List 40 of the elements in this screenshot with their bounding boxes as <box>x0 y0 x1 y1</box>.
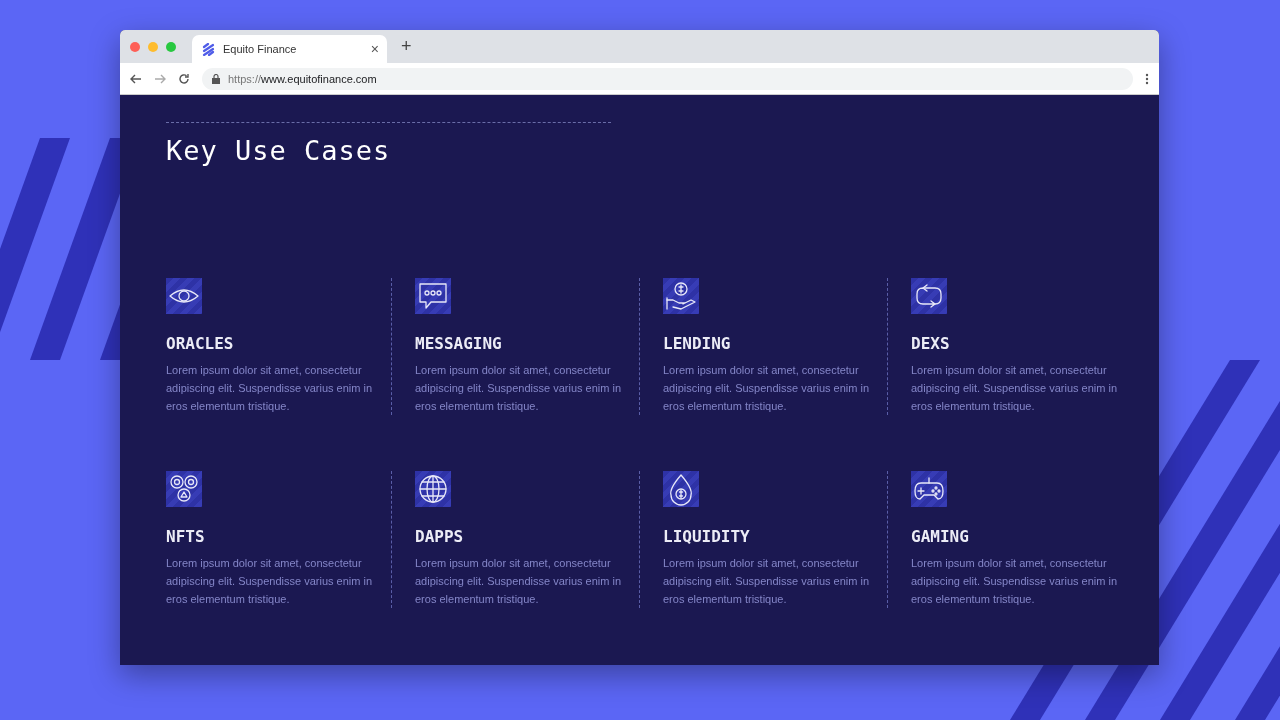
use-case-title: NFTS <box>166 527 206 546</box>
browser-tab[interactable]: Equito Finance × <box>192 35 387 63</box>
use-case-description: Lorem ipsum dolor sit amet, consectetur adipiscing elit. Suspendisse varius enim in eros elementum tristique. <box>663 363 871 414</box>
url-text: https://www.equitofinance.com <box>228 72 377 85</box>
drop-icon <box>663 471 699 507</box>
cycle-icon <box>911 278 947 314</box>
tab-title: Equito Finance <box>223 43 298 55</box>
use-case-title: ORACLES <box>166 334 235 353</box>
back-icon[interactable] <box>130 72 142 85</box>
maximize-window-button[interactable] <box>166 41 176 52</box>
use-case-title: LENDING <box>663 334 732 353</box>
address-bar[interactable]: https://www.equitofinance.com <box>202 67 1133 90</box>
new-tab-button[interactable]: + <box>395 36 418 57</box>
lock-icon <box>212 73 220 84</box>
use-case-description: Lorem ipsum dolor sit amet, consectetur adipiscing elit. Suspendisse varius enim in eros elementum tristique. <box>911 556 1119 607</box>
tokens-icon <box>166 471 202 507</box>
use-case-description: Lorem ipsum dolor sit amet, consectetur adipiscing elit. Suspendisse varius enim in eros elementum tristique. <box>415 556 623 607</box>
use-case-title: DEXS <box>911 334 951 353</box>
use-case-description: Lorem ipsum dolor sit amet, consectetur adipiscing elit. Suspendisse varius enim in eros elementum tristique. <box>166 556 374 607</box>
use-case-description: Lorem ipsum dolor sit amet, consectetur adipiscing elit. Suspendisse varius enim in eros elementum tristique. <box>663 556 871 607</box>
use-case-title: GAMING <box>911 527 970 546</box>
eye-icon <box>166 278 202 314</box>
close-tab-button[interactable]: × <box>370 41 379 57</box>
forward-icon[interactable] <box>154 72 166 85</box>
use-case-title: DAPPS <box>415 527 465 546</box>
use-case-description: Lorem ipsum dolor sit amet, consectetur adipiscing elit. Suspendisse varius enim in eros elementum tristique. <box>166 363 374 414</box>
minimize-window-button[interactable] <box>148 41 158 52</box>
menu-icon[interactable] <box>1145 72 1149 85</box>
use-case-description: Lorem ipsum dolor sit amet, consectetur adipiscing elit. Suspendisse varius enim in eros elementum tristique. <box>415 363 623 414</box>
section-title: Key Use Cases <box>166 135 392 166</box>
chat-icon <box>415 278 451 314</box>
use-case-description: Lorem ipsum dolor sit amet, consectetur adipiscing elit. Suspendisse varius enim in eros elementum tristique. <box>911 363 1119 414</box>
use-case-title: MESSAGING <box>415 334 503 353</box>
globe-icon <box>415 471 451 507</box>
close-window-button[interactable] <box>130 41 140 52</box>
gamepad-icon <box>911 471 947 507</box>
hand-coin-icon <box>663 278 699 314</box>
use-case-title: LIQUIDITY <box>663 527 751 546</box>
reload-icon[interactable] <box>178 72 190 85</box>
stripes-logo-icon <box>202 42 215 56</box>
